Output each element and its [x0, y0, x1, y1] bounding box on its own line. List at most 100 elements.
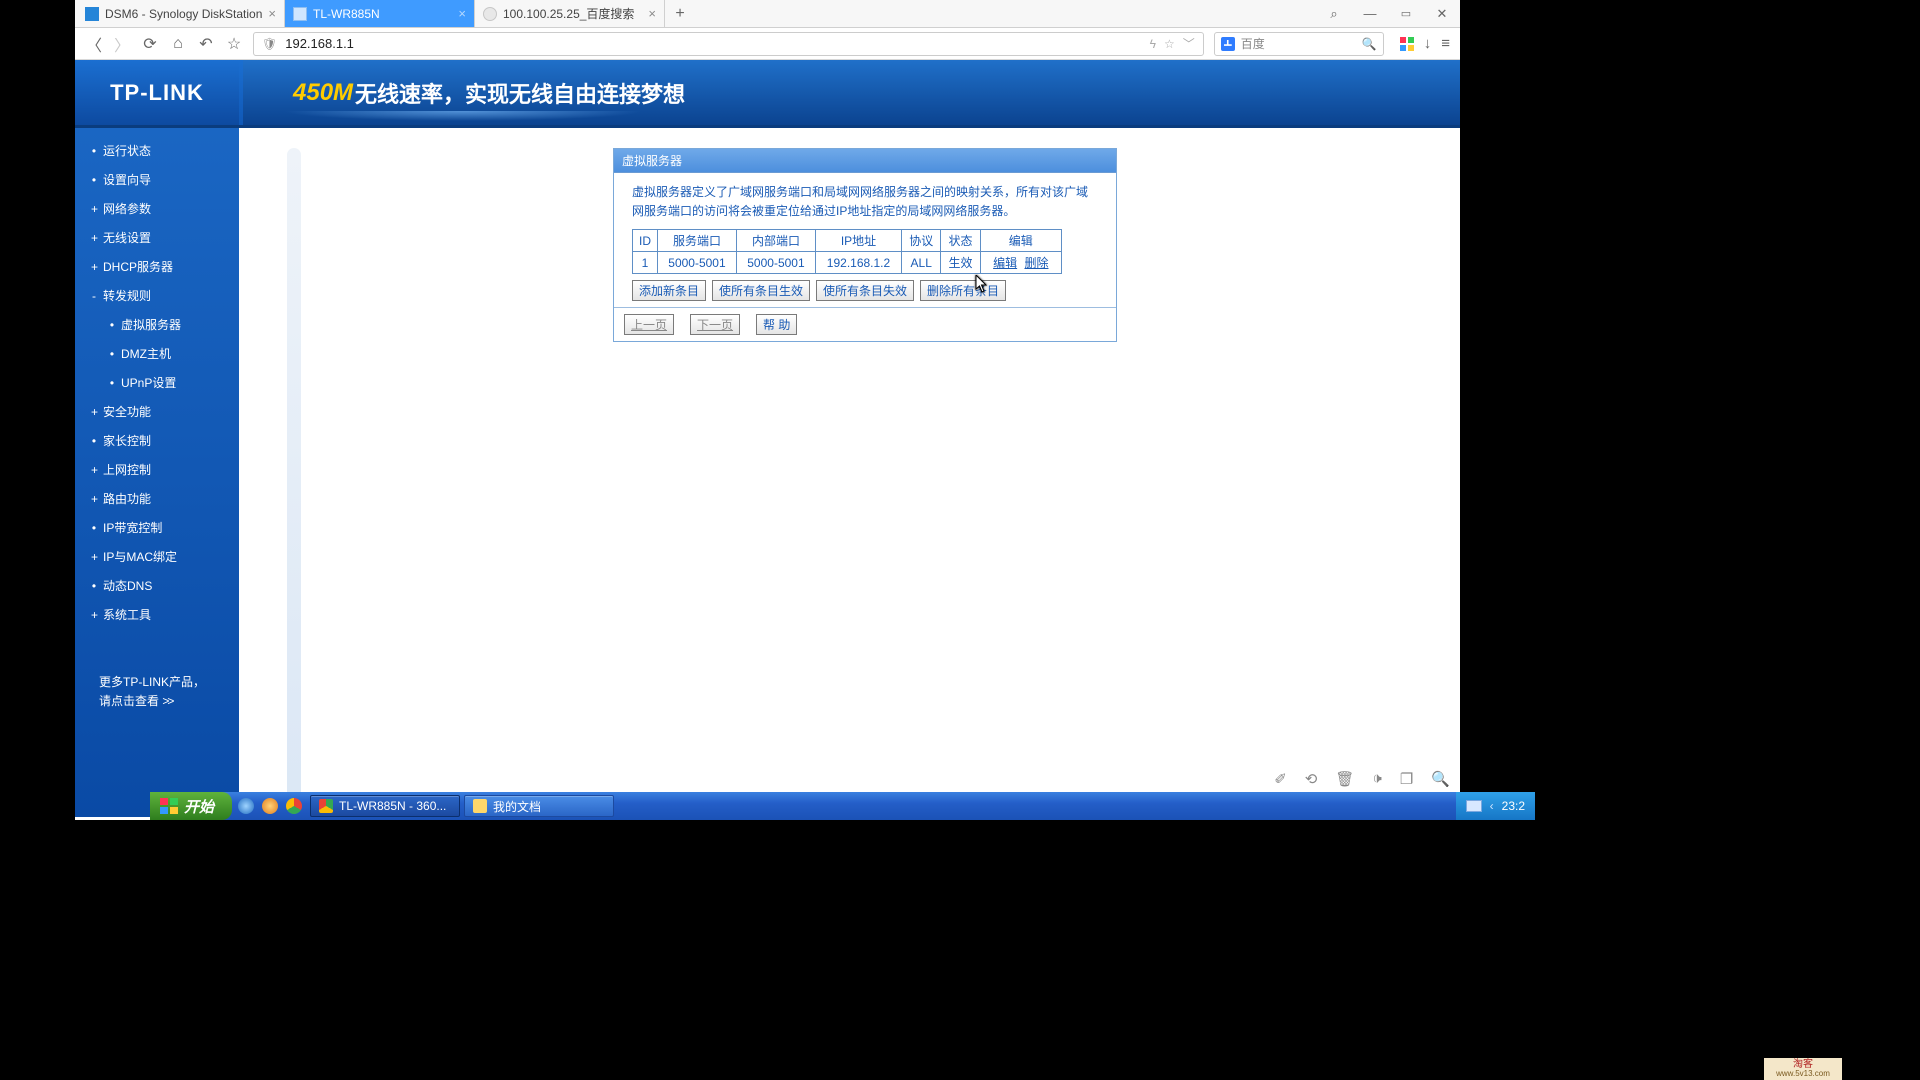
sidebar-item-3[interactable]: +无线设置 — [75, 223, 239, 252]
help-button[interactable]: 帮 助 — [756, 314, 797, 335]
sidebar-item-15[interactable]: •动态DNS — [75, 571, 239, 600]
chrome-icon[interactable] — [286, 798, 302, 814]
close-icon[interactable]: ✕ — [1424, 6, 1460, 22]
undo-icon[interactable]: ↶ — [197, 34, 215, 54]
next-page-button[interactable]: 下一页 — [690, 314, 740, 335]
close-icon[interactable]: × — [458, 6, 466, 21]
watermark-l2: www.5v13.com — [1776, 1070, 1830, 1078]
search-input[interactable]: 百度 🔍 — [1214, 32, 1384, 56]
sidebar-item-5[interactable]: -转发规则 — [75, 281, 239, 310]
start-button[interactable]: 开始 — [150, 792, 232, 820]
ie-icon[interactable] — [238, 798, 254, 814]
flash-icon[interactable]: ϟ — [1150, 37, 1156, 51]
task-icon — [473, 799, 487, 813]
sidebar-item-11[interactable]: + 上网控制 — [75, 455, 239, 484]
restore-icon[interactable]: ❐ — [1400, 770, 1413, 788]
search-icon[interactable]: 🔍 — [1362, 37, 1377, 51]
home-icon[interactable]: ⌂ — [169, 35, 187, 53]
minimize-icon[interactable]: — — [1352, 6, 1388, 21]
sidebar-item-2[interactable]: +网络参数 — [75, 194, 239, 223]
start-label: 开始 — [184, 796, 214, 817]
column-header: IP地址 — [815, 230, 901, 252]
sidebar-item-14[interactable]: +IP与MAC绑定 — [75, 542, 239, 571]
keyboard-icon[interactable] — [1466, 800, 1482, 812]
pager: 上一页 下一页 帮 助 — [614, 308, 1116, 341]
taskbar: 开始 TL-WR885N - 360...我的文档 ‹ 23:2 — [150, 792, 1535, 820]
trash-icon[interactable]: 🗑 — [1335, 770, 1354, 788]
disable-all-button[interactable]: 使所有条目失效 — [816, 280, 914, 301]
windows-icon — [160, 798, 178, 814]
taskbar-item-0[interactable]: TL-WR885N - 360... — [310, 795, 460, 817]
tab-dsm6[interactable]: DSM6 - Synology DiskStation × — [77, 0, 285, 27]
clock: 23:2 — [1502, 799, 1525, 813]
bullet-icon: • — [109, 376, 115, 390]
sidebar-item-1[interactable]: • 设置向导 — [75, 165, 239, 194]
tray-expand-icon[interactable]: ‹ — [1490, 799, 1494, 813]
apps-icon[interactable] — [1400, 37, 1414, 51]
sidebar-item-7[interactable]: •DMZ主机 — [75, 339, 239, 368]
column-header: ID — [633, 230, 658, 252]
column-header: 协议 — [902, 230, 941, 252]
search-engine-label: 百度 — [1241, 35, 1265, 52]
bullet-icon: + — [91, 202, 97, 216]
reload-icon[interactable]: ⟳ — [141, 34, 159, 54]
download-icon[interactable]: ↓ — [1424, 35, 1432, 52]
sidebar-item-13[interactable]: •IP带宽控制 — [75, 513, 239, 542]
scrollbar[interactable] — [279, 148, 309, 817]
new-tab-button[interactable]: + — [665, 0, 695, 27]
column-header: 状态 — [941, 230, 980, 252]
sidebar-item-8[interactable]: •UPnP设置 — [75, 368, 239, 397]
rocket-icon[interactable]: ✐ — [1274, 770, 1287, 788]
enable-all-button[interactable]: 使所有条目生效 — [712, 280, 810, 301]
bookmark-star-icon[interactable]: ☆ — [1164, 37, 1175, 51]
tab-baidu[interactable]: 100.100.25.25_百度搜索 × — [475, 0, 665, 27]
delete-all-button[interactable]: 删除所有条目 — [920, 280, 1006, 301]
panel-description: 虚拟服务器定义了广域网服务端口和局域网网络服务器之间的映射关系，所有对该广域网服… — [632, 183, 1098, 221]
prev-page-button[interactable]: 上一页 — [624, 314, 674, 335]
close-icon[interactable]: × — [648, 6, 656, 21]
sidebar-item-12[interactable]: +路由功能 — [75, 484, 239, 513]
cell-svc-port: 5000-5001 — [657, 252, 736, 274]
close-icon[interactable]: × — [268, 6, 276, 21]
back-icon[interactable]: 〈 — [85, 32, 103, 56]
sidebar-item-6[interactable]: •虚拟服务器 — [75, 310, 239, 339]
sidebar-item-label: 安全功能 — [103, 403, 151, 420]
bullet-icon: + — [91, 550, 97, 564]
edit-link[interactable]: 编辑 — [993, 256, 1017, 270]
star-icon[interactable]: ☆ — [225, 34, 243, 54]
chevron-right-icon: >> — [162, 694, 172, 708]
virtual-server-table: ID服务端口内部端口IP地址协议状态编辑 15000-50015000-5001… — [632, 229, 1062, 274]
file-icon — [293, 7, 307, 21]
extension-icon[interactable]: ⌕ — [1316, 6, 1352, 22]
sidebar-item-0[interactable]: •运行状态 — [75, 136, 239, 165]
url-input[interactable]: 🛡 192.168.1.1 ϟ ☆ ﹀ — [253, 32, 1204, 56]
quick-launch — [232, 792, 308, 820]
sidebar-item-label: 上网控制 — [103, 461, 151, 478]
browser-icon[interactable] — [262, 798, 278, 814]
watermark: 淘客 www.5v13.com — [1764, 1058, 1842, 1080]
sidebar-item-16[interactable]: +系统工具 — [75, 600, 239, 629]
sidebar-item-9[interactable]: +安全功能 — [75, 397, 239, 426]
dropdown-icon[interactable]: ﹀ — [1183, 35, 1195, 52]
sidebar-item-4[interactable]: +DHCP服务器 — [75, 252, 239, 281]
bullet-icon: + — [91, 463, 97, 477]
sidebar-promo[interactable]: 更多TP-LINK产品， 请点击查看 >> — [75, 669, 239, 715]
sound-icon[interactable]: 🕩 — [1372, 770, 1381, 788]
menu-icon[interactable]: ≡ — [1441, 35, 1450, 52]
bullet-icon: + — [91, 492, 97, 506]
taskbar-item-1[interactable]: 我的文档 — [464, 795, 614, 817]
baidu-icon — [1221, 37, 1235, 51]
refresh-icon[interactable]: ⟲ — [1305, 770, 1318, 788]
bullet-icon: • — [91, 144, 97, 158]
sidebar-item-label: 设置向导 — [103, 171, 151, 188]
tab-label: 100.100.25.25_百度搜索 — [503, 5, 634, 22]
bullet-icon: • — [91, 173, 97, 187]
add-entry-button[interactable]: 添加新条目 — [632, 280, 706, 301]
maximize-icon[interactable]: ▭ — [1388, 7, 1424, 20]
tab-router[interactable]: TL-WR885N × — [285, 0, 475, 27]
zoom-icon[interactable]: 🔍 — [1431, 770, 1450, 788]
forward-icon[interactable]: 〉 — [113, 32, 131, 56]
bullet-icon: • — [109, 318, 115, 332]
sidebar-item-10[interactable]: •家长控制 — [75, 426, 239, 455]
delete-link[interactable]: 删除 — [1024, 256, 1048, 270]
